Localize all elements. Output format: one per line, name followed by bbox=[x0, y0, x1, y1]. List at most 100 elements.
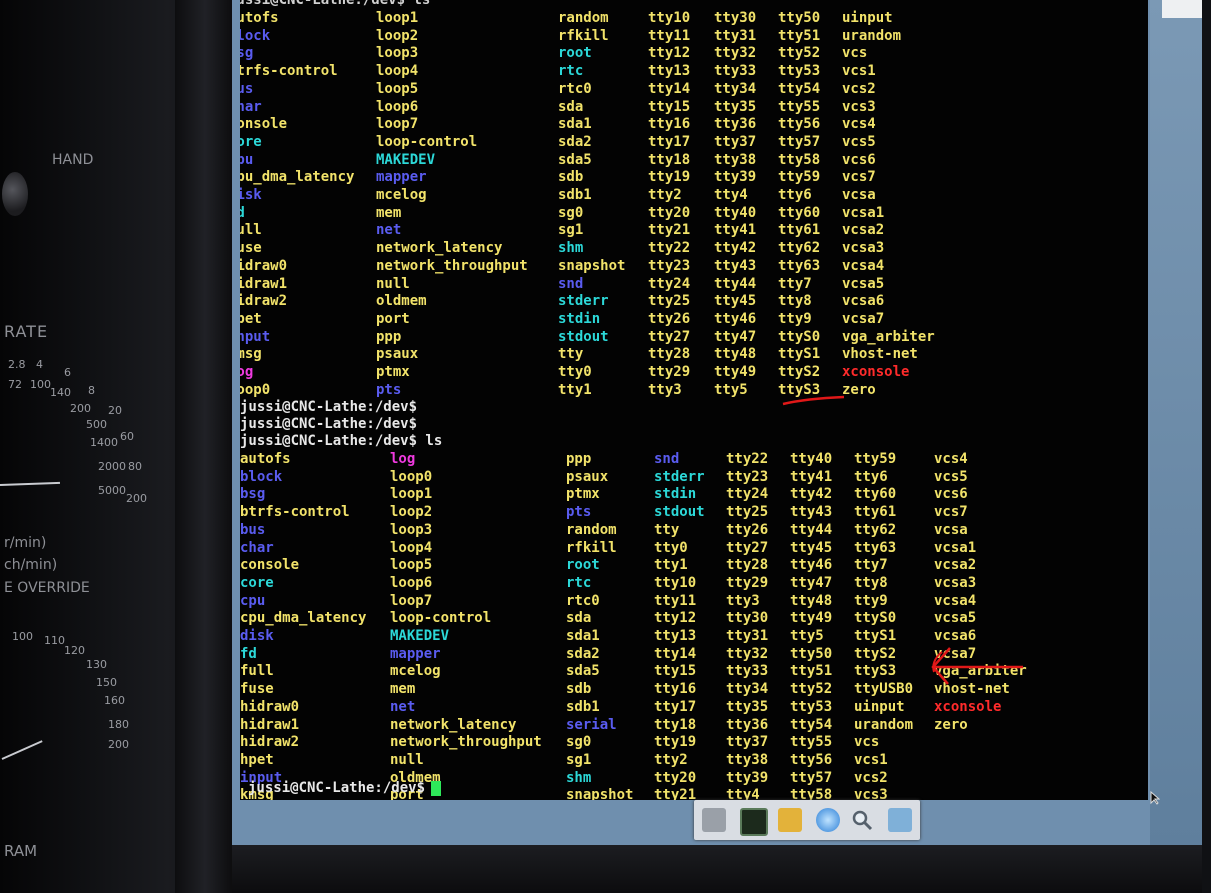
folder-icon[interactable] bbox=[888, 808, 912, 832]
dial-tick-label: 180 bbox=[108, 718, 129, 731]
file-entry: port bbox=[376, 310, 410, 327]
file-entry: zero bbox=[842, 381, 876, 398]
dial-tick-label: 60 bbox=[120, 430, 134, 443]
file-entry: null bbox=[376, 275, 410, 292]
file-entry: disk bbox=[240, 187, 262, 204]
file-entry: loop7 bbox=[376, 116, 419, 133]
terminal-icon[interactable] bbox=[740, 808, 768, 836]
file-entry: hpet bbox=[240, 310, 262, 327]
listing2-column: log loop0 loop1 loop2 loop3 loop4 loop5 loop6 lo… bbox=[390, 451, 542, 800]
file-entry: ttyS1 bbox=[854, 628, 897, 645]
file-entry: loop5 bbox=[376, 80, 419, 97]
file-entry: char bbox=[240, 539, 274, 556]
file-entry: tty40 bbox=[790, 451, 833, 467]
file-entry: loop2 bbox=[376, 27, 419, 44]
file-entry: stdout bbox=[654, 504, 705, 521]
file-entry: tty42 bbox=[714, 240, 757, 257]
file-entry: ppp bbox=[566, 451, 592, 467]
listing1-column: tty50 tty51 tty52 tty53 tty54 tty55 tty56 tty57… bbox=[778, 10, 820, 399]
file-entry: tty9 bbox=[778, 310, 812, 327]
listing2-column: autofs block bsg btrfs-control bus char consol… bbox=[240, 451, 366, 800]
file-entry: tty13 bbox=[654, 628, 697, 645]
file-entry: vcs5 bbox=[934, 468, 968, 485]
file-entry: tty29 bbox=[648, 364, 691, 381]
file-entry: network_throughput bbox=[390, 734, 542, 751]
file-entry: tty29 bbox=[726, 574, 769, 591]
file-entry: cpu_dma_latency bbox=[240, 610, 367, 627]
file-entry: tty32 bbox=[726, 645, 769, 662]
file-entry: kmsg bbox=[240, 346, 262, 363]
drive-icon[interactable] bbox=[702, 808, 726, 832]
file-entry: vcsa1 bbox=[934, 539, 977, 556]
file-entry: snapshot bbox=[566, 787, 634, 800]
file-entry: tty6 bbox=[778, 187, 812, 204]
file-entry: tty59 bbox=[778, 169, 821, 186]
dial-tick-label: 500 bbox=[86, 418, 107, 431]
file-entry: tty21 bbox=[654, 787, 697, 800]
file-entry: vcs bbox=[842, 45, 868, 62]
file-entry: vcsa6 bbox=[842, 293, 885, 310]
browser-icon[interactable] bbox=[816, 808, 840, 832]
file-entry: network_throughput bbox=[376, 257, 528, 274]
file-entry: tty1 bbox=[558, 381, 592, 398]
override-dial-needle bbox=[1, 740, 43, 760]
file-entry: tty22 bbox=[726, 451, 769, 467]
file-entry: tty10 bbox=[648, 10, 691, 26]
file-entry: tty52 bbox=[790, 681, 833, 698]
file-entry: mapper bbox=[376, 169, 427, 186]
file-entry: loop-control bbox=[390, 610, 492, 627]
terminal-window[interactable]: jussi@CNC-Lathe:/dev$ ls autofsblockbsgb… bbox=[240, 0, 1148, 800]
file-entry: ttyS2 bbox=[778, 364, 821, 381]
file-entry: vcsa4 bbox=[842, 257, 885, 274]
file-entry: tty35 bbox=[714, 98, 757, 115]
dial-tick-label: 2000 bbox=[98, 460, 126, 473]
file-entry: loop-control bbox=[376, 133, 478, 150]
file-entry: mapper bbox=[390, 645, 441, 662]
file-entry: uinput bbox=[842, 10, 893, 26]
file-entry: mem bbox=[376, 204, 402, 221]
file-entry: vcs5 bbox=[842, 133, 876, 150]
file-entry: root bbox=[566, 557, 600, 574]
file-entry: full bbox=[240, 663, 274, 680]
notes-icon[interactable] bbox=[778, 808, 802, 832]
file-entry: tty25 bbox=[648, 293, 691, 310]
file-entry: tty5 bbox=[790, 628, 824, 645]
file-entry: tty4 bbox=[714, 187, 748, 204]
file-entry: sg1 bbox=[558, 222, 584, 239]
dial-tick-label: 5000 bbox=[98, 484, 126, 497]
file-entry: tty50 bbox=[790, 645, 833, 662]
file-entry: tty43 bbox=[714, 257, 757, 274]
file-entry: rtc0 bbox=[558, 80, 592, 97]
override-label: E OVERRIDE bbox=[4, 580, 90, 596]
file-entry: ttyS0 bbox=[854, 610, 897, 627]
file-entry: console bbox=[240, 557, 300, 574]
file-entry: tty34 bbox=[714, 80, 757, 97]
search-icon[interactable] bbox=[850, 808, 874, 832]
file-entry: snd bbox=[654, 451, 680, 467]
file-entry: tty56 bbox=[790, 751, 833, 768]
file-entry: serial bbox=[566, 716, 617, 733]
file-entry: tty2 bbox=[648, 187, 682, 204]
file-entry: vcs bbox=[854, 734, 880, 751]
file-entry: tty42 bbox=[790, 486, 833, 503]
file-entry: tty47 bbox=[790, 574, 833, 591]
file-entry: sdb bbox=[558, 169, 584, 186]
file-entry: hidraw0 bbox=[240, 257, 288, 274]
listing1-column: tty30 tty31 tty32 tty33 tty34 tty35 tty36 tty37… bbox=[714, 10, 756, 399]
file-entry: full bbox=[240, 222, 262, 239]
file-entry: tty63 bbox=[778, 257, 821, 274]
file-entry: tty1 bbox=[654, 557, 688, 574]
file-entry: tty58 bbox=[778, 151, 821, 168]
file-entry: fd bbox=[240, 204, 245, 221]
file-entry: tty8 bbox=[854, 574, 888, 591]
file-entry: autofs bbox=[240, 451, 291, 467]
file-entry: stderr bbox=[654, 468, 705, 485]
file-entry: tty16 bbox=[648, 116, 691, 133]
file-entry: rfkill bbox=[566, 539, 617, 556]
file-entry: tty9 bbox=[854, 592, 888, 609]
file-entry: hidraw2 bbox=[240, 734, 300, 751]
file-entry: tty24 bbox=[726, 486, 769, 503]
file-entry: tty63 bbox=[854, 539, 897, 556]
final-prompt[interactable]: jussi@CNC-Lathe:/dev$ bbox=[248, 780, 442, 796]
file-entry: mcelog bbox=[390, 663, 441, 680]
